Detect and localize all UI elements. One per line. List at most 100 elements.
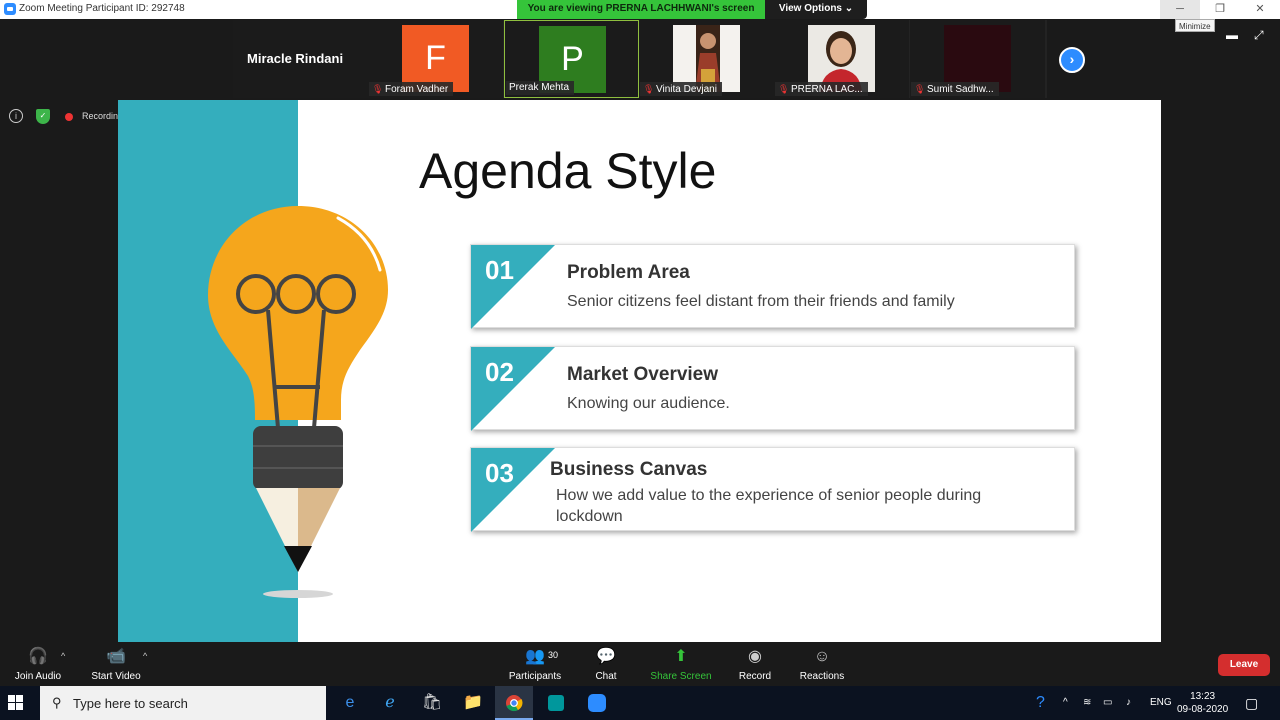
recording-label: Recording: [82, 111, 124, 121]
headphones-icon: 🎧: [28, 648, 48, 665]
info-icon[interactable]: i: [9, 109, 23, 123]
speaker-name: Miracle Rindani: [247, 51, 344, 66]
agenda-description: Knowing our audience.: [567, 395, 730, 412]
chrome-icon[interactable]: [495, 686, 533, 720]
mic-muted-icon: 🎙: [914, 84, 926, 94]
reactions-label: Reactions: [799, 671, 845, 682]
participant-name: PRERNA LAC...: [791, 84, 863, 95]
participant-name: Prerak Mehta: [509, 82, 570, 93]
agenda-description: Senior citizens feel distant from their …: [567, 293, 955, 310]
close-button[interactable]: ✕: [1240, 0, 1280, 19]
share-screen-button[interactable]: ⬆ Share Screen: [647, 643, 715, 686]
reactions-button[interactable]: ☺ Reactions: [795, 643, 849, 686]
participant-label: 🎙 Sumit Sadhw...: [911, 82, 999, 96]
agenda-number: 01: [485, 255, 514, 285]
file-explorer-icon[interactable]: 📁: [454, 686, 492, 720]
windows-taskbar: ⚲ Type here to search e ℯ 🛍 📁 ? ^ ≋ ▭ ♪ …: [0, 686, 1280, 720]
view-options-label: View Options: [778, 3, 842, 14]
store-icon[interactable]: 🛍: [413, 686, 451, 720]
notifications-icon[interactable]: ▢: [1245, 686, 1258, 720]
zoom-window: Zoom Meeting Participant ID: 292748 You …: [0, 0, 1280, 720]
agenda-description: How we add value to the experience of se…: [556, 487, 982, 525]
recording-dot-icon: [65, 113, 73, 121]
participant-tile[interactable]: 🎙 PRERNA LAC...: [774, 20, 909, 98]
participant-label: Prerak Mehta: [506, 81, 575, 95]
record-label: Record: [738, 671, 772, 682]
search-icon: ⚲: [52, 695, 62, 710]
chevron-down-icon: ⌄: [844, 3, 854, 14]
video-off-icon: 📹: [106, 648, 126, 665]
participant-label: 🎙 PRERNA LAC...: [775, 82, 868, 96]
search-placeholder: Type here to search: [73, 696, 188, 711]
arduino-icon[interactable]: [537, 686, 575, 720]
audio-options-caret-icon[interactable]: ^: [61, 651, 65, 661]
help-icon[interactable]: ?: [1036, 686, 1045, 720]
taskbar-clock[interactable]: 13:23 09-08-2020: [1177, 690, 1228, 716]
network-icon[interactable]: ≋: [1083, 686, 1091, 720]
participant-tile[interactable]: 🎙 Vinita Devjani: [639, 20, 774, 98]
agenda-item: 03 Business Canvas How we add value to t…: [470, 447, 1075, 532]
video-gallery-strip: Miracle Rindani F 🎙 Foram Vadher P Prerak…: [233, 20, 1047, 98]
edge-icon[interactable]: e: [331, 686, 369, 720]
participant-name: Vinita Devjani: [656, 84, 717, 95]
participant-label: 🎙 Foram Vadher: [369, 82, 454, 96]
meeting-toolbar: 🎧 Join Audio ^ 📹 Start Video ^ 👥 Partici…: [0, 643, 1280, 686]
shield-icon[interactable]: ✓: [36, 109, 50, 124]
share-screen-icon: ⬆: [674, 648, 688, 665]
battery-icon[interactable]: ▭: [1103, 686, 1112, 720]
chat-icon: 💬: [596, 648, 616, 665]
clock-time: 13:23: [1190, 691, 1216, 702]
view-options-button[interactable]: View Options ⌄: [765, 0, 867, 19]
participants-label: Participants: [508, 671, 562, 682]
chat-button[interactable]: 💬 Chat: [587, 643, 625, 686]
minimize-button[interactable]: ─: [1160, 0, 1200, 19]
mic-muted-icon: 🎙: [372, 84, 384, 94]
agenda-heading: Problem Area: [567, 262, 690, 283]
participant-tile[interactable]: F 🎙 Foram Vadher: [368, 20, 503, 98]
agenda-item: 02 Market Overview Knowing our audience.: [470, 346, 1075, 431]
participant-tile[interactable]: 🎙 Sumit Sadhw...: [910, 20, 1045, 98]
minimize-tooltip: Minimize: [1175, 19, 1215, 32]
fullscreen-icon[interactable]: ⤢: [1254, 28, 1264, 43]
join-audio-label: Join Audio: [14, 671, 62, 682]
video-options-caret-icon[interactable]: ^: [143, 651, 147, 661]
active-speaker-tile[interactable]: Miracle Rindani: [233, 20, 368, 98]
agenda-number: 03: [485, 458, 514, 488]
start-video-label: Start Video: [91, 671, 141, 682]
participant-name: Foram Vadher: [385, 84, 449, 95]
zoom-taskbar-icon[interactable]: [578, 686, 616, 720]
agenda-item: 01 Problem Area Senior citizens feel dis…: [470, 244, 1075, 329]
mic-muted-icon: 🎙: [778, 84, 790, 94]
join-audio-button[interactable]: 🎧 Join Audio: [10, 643, 66, 686]
clock-date: 09-08-2020: [1177, 704, 1229, 715]
record-icon: ◉: [748, 648, 762, 665]
participant-count-badge: 30: [548, 650, 559, 660]
viewing-banner: You are viewing PRERNA LACHHWANI's scree…: [517, 0, 765, 19]
mic-muted-icon: 🎙: [643, 84, 655, 94]
start-video-button[interactable]: 📹 Start Video: [86, 643, 146, 686]
windows-start-icon[interactable]: [8, 695, 24, 711]
chrome-logo: [506, 694, 523, 711]
taskbar-search-box[interactable]: ⚲ Type here to search: [40, 686, 326, 720]
reactions-icon: ☺: [813, 648, 831, 665]
next-page-arrow-icon[interactable]: ›: [1059, 47, 1085, 73]
participant-tile[interactable]: P Prerak Mehta: [504, 20, 639, 98]
agenda-heading: Market Overview: [567, 364, 719, 385]
volume-icon[interactable]: ♪: [1126, 686, 1131, 720]
window-title: Zoom Meeting Participant ID: 292748: [19, 3, 185, 14]
tray-chevron-icon[interactable]: ^: [1063, 686, 1068, 720]
slide-title: Agenda Style: [419, 143, 717, 199]
zoom-app-icon: [4, 3, 16, 15]
participant-name: Sumit Sadhw...: [927, 84, 994, 95]
record-button[interactable]: ◉ Record: [735, 643, 775, 686]
language-indicator[interactable]: ENG: [1150, 686, 1172, 720]
internet-explorer-icon[interactable]: ℯ: [371, 686, 409, 720]
agenda-number: 02: [485, 357, 514, 387]
maximize-button[interactable]: ❐: [1200, 0, 1240, 19]
leave-meeting-button[interactable]: Leave: [1218, 654, 1270, 676]
share-screen-label: Share Screen: [650, 671, 712, 682]
gallery-view-icon[interactable]: ▬: [1226, 28, 1238, 42]
participant-label: 🎙 Vinita Devjani: [640, 82, 722, 96]
chat-label: Chat: [595, 671, 617, 682]
lightbulb-pencil-illustration: [208, 206, 388, 598]
